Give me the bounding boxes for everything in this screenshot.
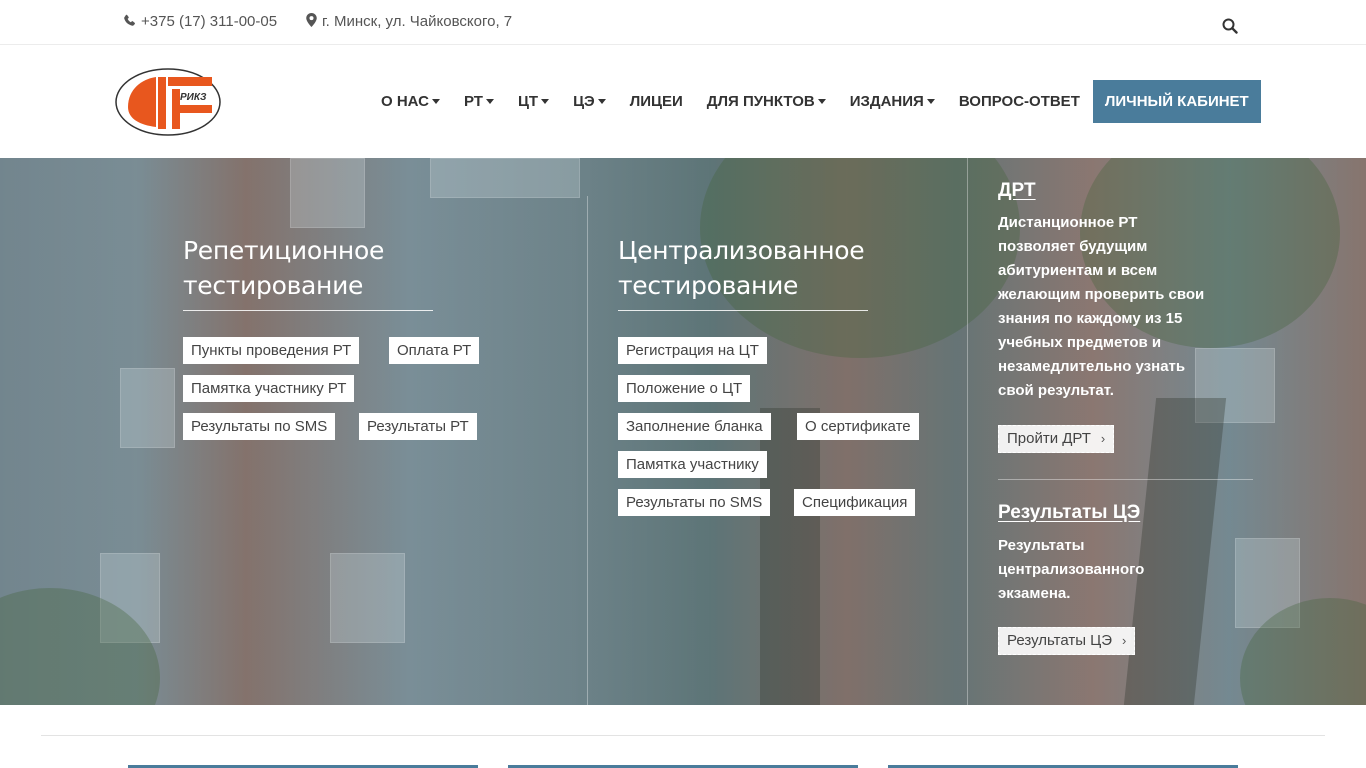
nav-rt-label: РТ [463,93,483,110]
ct-title: Централизованное тестирование [618,233,865,303]
search-icon[interactable] [1222,18,1240,36]
nav-faq-label: ВОПРОС-ОТВЕТ [958,93,1080,110]
nav-for-points-label: ДЛЯ ПУНКТОВ [706,93,815,110]
top-bar: +375 (17) 311-00-05 г. Минск, ул. Чайков… [0,0,1366,45]
chevron-right-icon: › [1122,633,1127,648]
nav-lyceums-label: ЛИЦЕИ [629,93,683,110]
nav-for-points[interactable]: ДЛЯ ПУНКТОВ [695,80,838,123]
background-window [330,553,405,643]
rt-title-rule [183,310,433,311]
section-divider [41,735,1325,736]
ct-link-sms-results[interactable]: Результаты по SMS [618,489,771,516]
site-header: РИКЗ О НАС РТ ЦТ ЦЭ ЛИЦЕИ ДЛЯ ПУНКТОВ ИЗ… [0,45,1366,158]
column-divider [967,158,968,705]
caret-down-icon [541,99,550,104]
background-window [430,158,580,198]
caret-down-icon [817,99,826,104]
rt-link-results[interactable]: Результаты РТ [359,413,477,440]
nav-publications-label: ИЗДАНИЯ [849,93,924,110]
nav-about[interactable]: О НАС [369,80,452,123]
ct-link-certificate[interactable]: О сертификате [797,413,919,440]
caret-down-icon [431,99,440,104]
address-text: г. Минск, ул. Чайковского, 7 [322,13,513,30]
ce-results-description: Результаты централизованного экзамена. [998,537,1145,602]
ct-link-memo[interactable]: Памятка участнику [618,451,767,478]
background-window [290,158,365,228]
caret-down-icon [597,99,606,104]
map-marker-icon [306,13,317,30]
ce-results-title[interactable]: Результаты ЦЭ [998,502,1140,524]
nav-faq[interactable]: ВОПРОС-ОТВЕТ [947,80,1092,123]
rt-title: Репетиционное тестирование [183,233,384,303]
ct-link-registration[interactable]: Регистрация на ЦТ [618,337,767,364]
caret-down-icon [485,99,494,104]
nav-publications[interactable]: ИЗДАНИЯ [838,80,947,123]
side-separator [998,479,1253,480]
ce-results-button[interactable]: Результаты ЦЭ › [998,627,1136,655]
nav-ct-label: ЦТ [517,93,539,110]
rt-link-points[interactable]: Пункты проведения РТ [183,337,360,364]
personal-cabinet-button[interactable]: ЛИЧНЫЙ КАБИНЕТ [1092,80,1261,123]
nav-ce-label: ЦЭ [573,93,595,110]
chevron-right-icon: › [1100,431,1106,446]
phone-icon [123,14,136,30]
rt-link-sms-results[interactable]: Результаты по SMS [183,413,336,440]
rt-link-memo[interactable]: Памятка участнику РТ [183,375,355,402]
ct-title-line1: Централизованное [618,236,865,265]
ce-results-button-label: Результаты ЦЭ [1007,632,1113,649]
site-logo[interactable]: РИКЗ [114,67,222,137]
nav-ct[interactable]: ЦТ [506,80,561,123]
address-contact: г. Минск, ул. Чайковского, 7 [306,13,512,30]
drt-title[interactable]: ДРТ [998,180,1036,202]
caret-down-icon [926,99,935,104]
logo-text: РИКЗ [180,92,207,103]
phone-number: +375 (17) 311-00-05 [141,13,278,30]
drt-description: Дистанционное РТ позволяет будущим абиту… [998,214,1205,399]
nav-lyceums[interactable]: ЛИЦЕИ [618,80,695,123]
nav-rt[interactable]: РТ [452,80,506,123]
main-nav: О НАС РТ ЦТ ЦЭ ЛИЦЕИ ДЛЯ ПУНКТОВ ИЗДАНИЯ… [369,80,1261,123]
ct-title-line2: тестирование [618,271,799,300]
background-trunk [760,408,820,705]
background-window [120,368,175,448]
take-drt-button[interactable]: Пройти ДРТ › [998,425,1115,453]
hero-banner: Репетиционное тестирование Пункты провед… [0,158,1366,705]
ct-title-rule [618,310,868,311]
phone-contact[interactable]: +375 (17) 311-00-05 [123,13,277,30]
rt-title-line2: тестирование [183,271,364,300]
rt-link-payment[interactable]: Оплата РТ [389,337,480,364]
nav-ce[interactable]: ЦЭ [561,80,618,123]
column-divider [587,196,588,705]
ct-link-form-filling[interactable]: Заполнение бланка [618,413,771,440]
rt-title-line1: Репетиционное [183,236,385,265]
ct-link-regulation[interactable]: Положение о ЦТ [618,375,751,402]
take-drt-label: Пройти ДРТ [1007,430,1091,447]
ct-link-specification[interactable]: Спецификация [794,489,916,516]
nav-about-label: О НАС [381,93,429,110]
